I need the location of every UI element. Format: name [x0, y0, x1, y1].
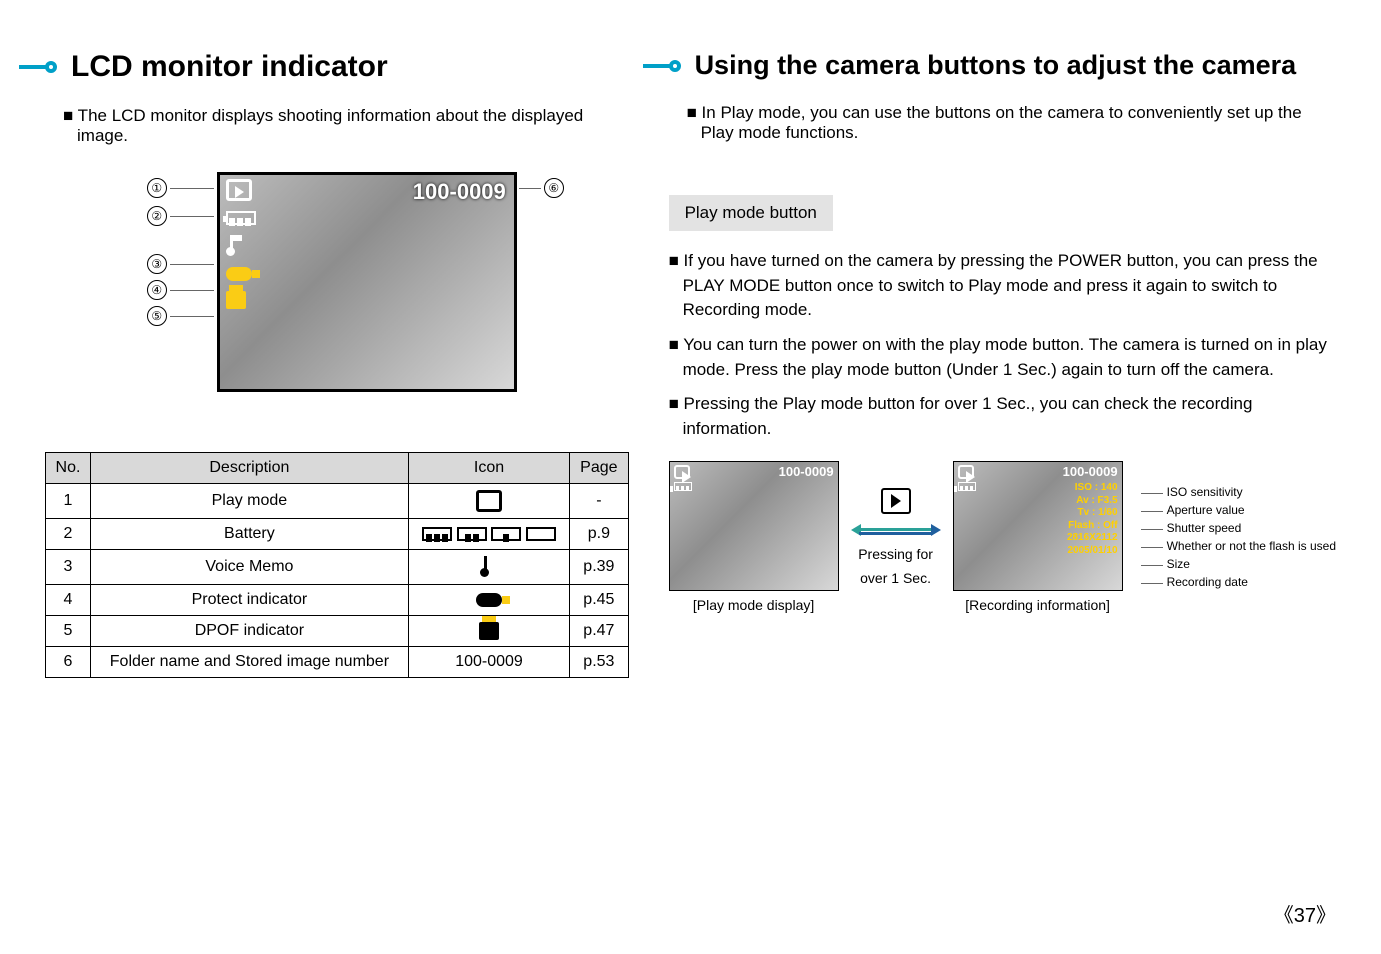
page-number: 《37》 [1274, 899, 1336, 928]
info-line: 2005/01/10 [1067, 545, 1118, 558]
file-number-overlay: 100-0009 [413, 179, 506, 205]
bullet-item: ■ You can turn the power on with the pla… [669, 333, 1336, 382]
legend-item: Aperture value [1141, 501, 1336, 519]
transition-label: Pressing for [858, 546, 933, 562]
callout-6: ⑥ [519, 178, 564, 198]
cell-page: p.9 [570, 519, 628, 550]
info-line: Flash : Off [1067, 520, 1118, 533]
info-line: ISO : 140 [1067, 482, 1118, 495]
battery-icon [958, 482, 976, 491]
transition-label: over 1 Sec. [860, 570, 931, 586]
legend-item: Shutter speed [1141, 519, 1336, 537]
cell-desc: Battery [90, 519, 408, 550]
recording-info-legend: ISO sensitivity Aperture value Shutter s… [1141, 483, 1336, 591]
cell-no: 2 [46, 519, 91, 550]
section-title-right: Using the camera buttons to adjust the c… [669, 50, 1336, 81]
info-line: 2816X2112 [1067, 532, 1118, 545]
table-row: 6 Folder name and Stored image number 10… [46, 647, 629, 678]
table-row: 5 DPOF indicator p.47 [46, 616, 629, 647]
play-mode-icon [226, 179, 252, 201]
bullet-list: ■ If you have turned on the camera by pr… [669, 249, 1336, 441]
th-desc: Description [90, 453, 408, 484]
cell-desc: Voice Memo [90, 550, 408, 585]
left-column: LCD monitor indicator ■ The LCD monitor … [45, 50, 629, 678]
legend-item: Size [1141, 555, 1336, 573]
callout-4: ④ [147, 280, 214, 300]
cell-page: p.53 [570, 647, 628, 678]
indicator-table: No. Description Icon Page 1 Play mode - … [45, 452, 629, 678]
table-row: 2 Battery p.9 [46, 519, 629, 550]
callout-1: ① [147, 178, 214, 198]
lcd-screen: 100-0009 [217, 172, 517, 392]
section-bullet-icon [669, 60, 681, 72]
play-mode-button-icon [881, 488, 911, 514]
cell-no: 3 [46, 550, 91, 585]
file-number-overlay: 100-0009 [1063, 464, 1118, 479]
section-title-text: LCD monitor indicator [71, 50, 388, 84]
cell-desc: DPOF indicator [90, 616, 408, 647]
th-icon: Icon [408, 453, 569, 484]
cell-icon: 100-0009 [408, 647, 569, 678]
cell-page: p.45 [570, 585, 628, 616]
th-page: Page [570, 453, 628, 484]
callout-2: ② [147, 206, 214, 226]
cell-desc: Play mode [90, 484, 408, 519]
table-row: 4 Protect indicator p.45 [46, 585, 629, 616]
lcd-preview-wrap: 100-0009 ① ② ③ ④ ⑤ ⑥ [45, 172, 629, 392]
bullet-item: ■ Pressing the Play mode button for over… [669, 392, 1336, 441]
section-title-text: Using the camera buttons to adjust the c… [695, 50, 1297, 81]
cell-no: 6 [46, 647, 91, 678]
cell-icon [408, 484, 569, 519]
cell-desc: Folder name and Stored image number [90, 647, 408, 678]
cell-icon [408, 616, 569, 647]
cell-icon [408, 519, 569, 550]
bullet-item: ■ If you have turned on the camera by pr… [669, 249, 1336, 323]
play-mode-icon [958, 465, 974, 479]
legend-item: Whether or not the flash is used [1141, 537, 1336, 555]
left-intro-text: ■ The LCD monitor displays shooting info… [63, 106, 629, 146]
legend-item: ISO sensitivity [1141, 483, 1336, 501]
play-mode-icon [674, 465, 690, 479]
section-bullet-icon [45, 61, 57, 73]
thumb-caption-right: [Recording information] [965, 597, 1110, 613]
table-row: 3 Voice Memo p.39 [46, 550, 629, 585]
voice-memo-icon [226, 235, 244, 257]
cell-icon [408, 585, 569, 616]
cell-page: - [570, 484, 628, 519]
cell-no: 1 [46, 484, 91, 519]
cell-no: 5 [46, 616, 91, 647]
bidirectional-arrow-icon [851, 522, 941, 538]
thumb-caption-left: [Play mode display] [693, 597, 814, 613]
info-line: Tv : 1/60 [1067, 507, 1118, 520]
th-no: No. [46, 453, 91, 484]
recording-info-figure: 100-0009 [Play mode display] Pressing fo… [669, 461, 1336, 613]
file-number-overlay: 100-0009 [779, 464, 834, 479]
callout-3: ③ [147, 254, 214, 274]
right-intro-text: ■ In Play mode, you can use the buttons … [687, 103, 1336, 143]
table-row: 1 Play mode - [46, 484, 629, 519]
subhead-play-mode-button: Play mode button [669, 195, 833, 231]
info-line: Av : F3.5 [1067, 495, 1118, 508]
cell-no: 4 [46, 585, 91, 616]
recording-info-thumb: 100-0009 ISO : 140 Av : F3.5 Tv : 1/60 F… [953, 461, 1123, 591]
play-mode-display-thumb: 100-0009 [669, 461, 839, 591]
cell-page: p.39 [570, 550, 628, 585]
callout-5: ⑤ [147, 306, 214, 326]
cell-page: p.47 [570, 616, 628, 647]
battery-icon [226, 211, 256, 225]
section-title-left: LCD monitor indicator [45, 50, 629, 84]
dpof-icon [226, 291, 246, 309]
right-column: Using the camera buttons to adjust the c… [669, 50, 1336, 678]
battery-icon [674, 482, 692, 491]
recording-info-lines: ISO : 140 Av : F3.5 Tv : 1/60 Flash : Of… [1067, 482, 1118, 557]
legend-item: Recording date [1141, 573, 1336, 591]
cell-icon [408, 550, 569, 585]
transition-indicator: Pressing for over 1 Sec. [851, 488, 941, 586]
protect-icon [226, 267, 252, 281]
cell-desc: Protect indicator [90, 585, 408, 616]
